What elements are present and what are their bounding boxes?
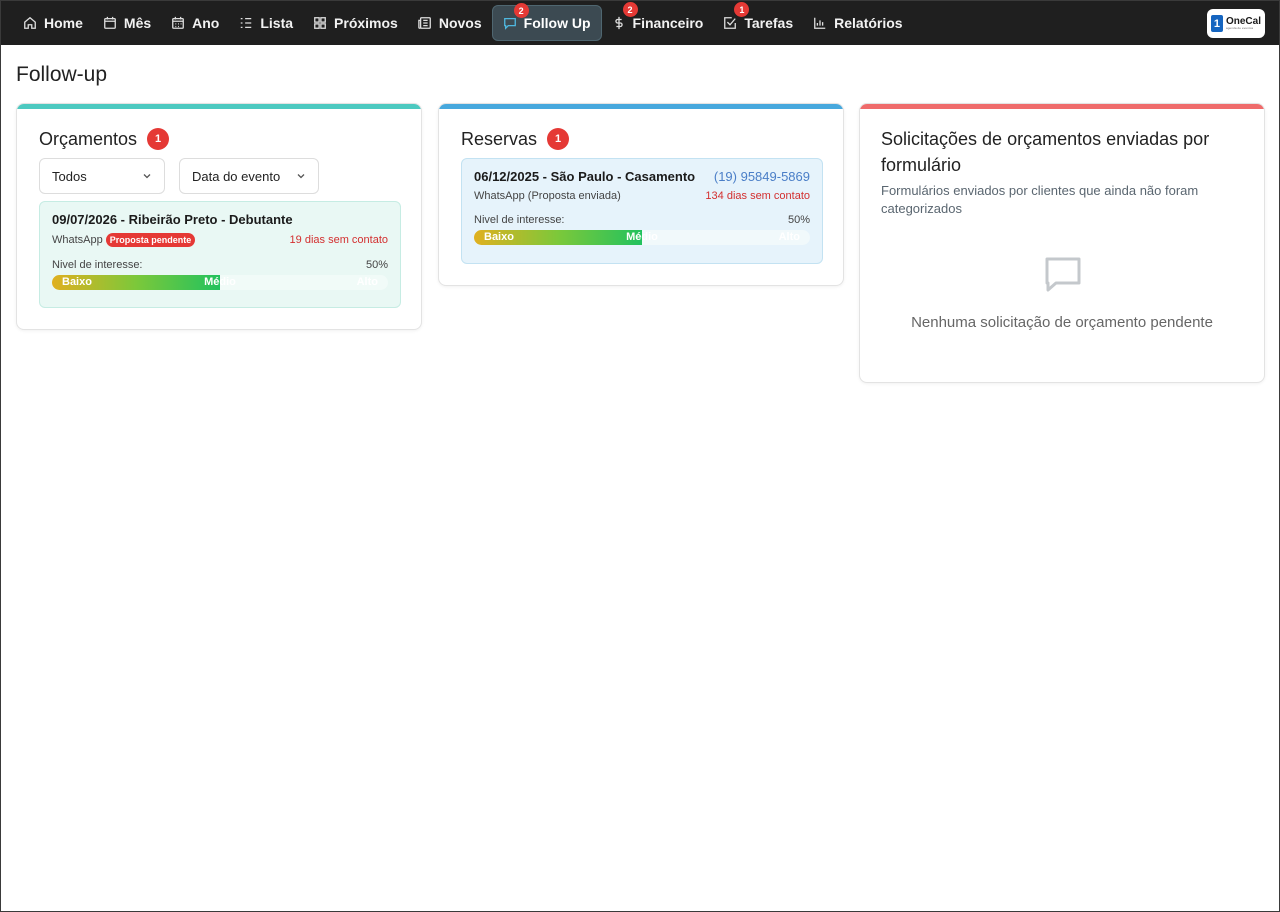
- interest-bar: Baixo Médio Alto: [474, 230, 810, 245]
- reservas-card: Reservas 1 06/12/2025 - São Paulo - Casa…: [438, 103, 844, 286]
- top-nav: Home Mês Ano Lista Próximos Novos 2 Foll…: [1, 1, 1279, 45]
- bar-chart-icon: [813, 16, 827, 30]
- orcamento-item-title: 09/07/2026 - Ribeirão Preto - Debutante: [52, 212, 293, 227]
- nav-proximos[interactable]: Próximos: [303, 5, 408, 41]
- nav-tarefas[interactable]: 1 Tarefas: [713, 2, 803, 41]
- status-filter-value: Todos: [52, 168, 87, 184]
- interest-scale-mid: Médio: [626, 231, 658, 243]
- interest-label: Nivel de interesse:: [474, 214, 565, 226]
- nav-follow-up-label: Follow Up: [523, 15, 591, 31]
- grid-icon: [313, 16, 327, 30]
- sort-filter-value: Data do evento: [192, 168, 281, 184]
- nav-mes-label: Mês: [123, 15, 152, 31]
- interest-scale-low: Baixo: [484, 231, 514, 243]
- interest-bar: Baixo Médio Alto: [52, 275, 388, 290]
- interest-value: 50%: [365, 259, 388, 271]
- newspaper-icon: [418, 16, 432, 30]
- nav-financeiro[interactable]: 2 Financeiro: [602, 2, 714, 41]
- nav-financeiro-label: Financeiro: [632, 15, 704, 31]
- nav-mes[interactable]: Mês: [93, 5, 161, 41]
- chat-icon: [1043, 254, 1083, 294]
- nav-novos[interactable]: Novos: [408, 5, 492, 41]
- orcamentos-count-badge: 1: [147, 128, 170, 150]
- solicitacoes-card: Solicitações de orçamentos enviadas por …: [859, 103, 1265, 383]
- reserva-item[interactable]: 06/12/2025 - São Paulo - Casamento (19) …: [461, 158, 823, 264]
- orcamento-item[interactable]: 09/07/2026 - Ribeirão Preto - Debutante …: [39, 201, 401, 308]
- logo-mark: 1: [1211, 15, 1223, 32]
- solicitacoes-title: Solicitações de orçamentos enviadas por …: [881, 129, 1210, 175]
- orcamentos-title: Orçamentos: [39, 128, 138, 149]
- interest-scale-high: Alto: [356, 276, 378, 288]
- status-badge: Proposta pendente: [105, 233, 196, 247]
- nav-relatorios[interactable]: Relatórios: [803, 5, 912, 41]
- nav-home-label: Home: [44, 15, 83, 31]
- empty-state-message: Nenhuma solicitação de orçamento pendent…: [911, 314, 1213, 331]
- interest-scale-high: Alto: [778, 231, 800, 243]
- nav-follow-up-badge: 2: [513, 3, 529, 18]
- nav-financeiro-badge: 2: [622, 2, 638, 17]
- nav-tarefas-label: Tarefas: [744, 15, 794, 31]
- reserva-item-title: 06/12/2025 - São Paulo - Casamento: [474, 169, 696, 184]
- interest-scale-low: Baixo: [62, 276, 92, 288]
- nav-proximos-label: Próximos: [334, 15, 398, 31]
- reserva-phone-link[interactable]: (19) 95849-5869: [714, 169, 810, 184]
- page-title: Follow-up: [16, 63, 108, 86]
- nav-relatorios-label: Relatórios: [834, 15, 903, 31]
- logo-tag: agenda de eventos: [1225, 26, 1254, 30]
- reservas-count-badge: 1: [547, 128, 570, 150]
- interest-label: Nivel de interesse:: [52, 259, 143, 271]
- status-filter-select[interactable]: Todos: [39, 158, 165, 194]
- app-logo[interactable]: 1 OneCal agenda de eventos: [1207, 9, 1265, 38]
- nav-home[interactable]: Home: [13, 5, 93, 41]
- nav-ano-label: Ano: [192, 15, 220, 31]
- nav-lista[interactable]: Lista: [229, 5, 303, 41]
- days-without-contact: 19 dias sem contato: [289, 234, 388, 246]
- nav-novos-label: Novos: [438, 15, 482, 31]
- calendar-icon: [103, 16, 117, 30]
- list-icon: [239, 16, 253, 30]
- interest-value: 50%: [787, 214, 810, 226]
- orcamentos-card: Orçamentos 1 Todos Data do evento 09/07/…: [16, 103, 422, 330]
- solicitacoes-subtitle: Formulários enviados por clientes que ai…: [881, 183, 1199, 216]
- chat-icon: [503, 16, 517, 30]
- nav-follow-up[interactable]: 2 Follow Up: [491, 3, 602, 41]
- days-without-contact: 134 dias sem contato: [705, 190, 810, 202]
- orcamento-channel: WhatsApp: [52, 234, 103, 246]
- chevron-down-icon: [296, 171, 306, 181]
- chevron-down-icon: [142, 171, 152, 181]
- home-icon: [23, 16, 37, 30]
- nav-ano[interactable]: Ano: [161, 5, 229, 41]
- checkbox-icon: [723, 16, 737, 30]
- sort-filter-select[interactable]: Data do evento: [179, 158, 319, 194]
- reservas-title: Reservas: [461, 128, 538, 149]
- interest-scale-mid: Médio: [204, 276, 236, 288]
- reserva-channel: WhatsApp (Proposta enviada): [474, 190, 621, 202]
- dollar-icon: [612, 16, 626, 30]
- nav-lista-label: Lista: [260, 15, 294, 31]
- calendar-grid-icon: [171, 16, 185, 30]
